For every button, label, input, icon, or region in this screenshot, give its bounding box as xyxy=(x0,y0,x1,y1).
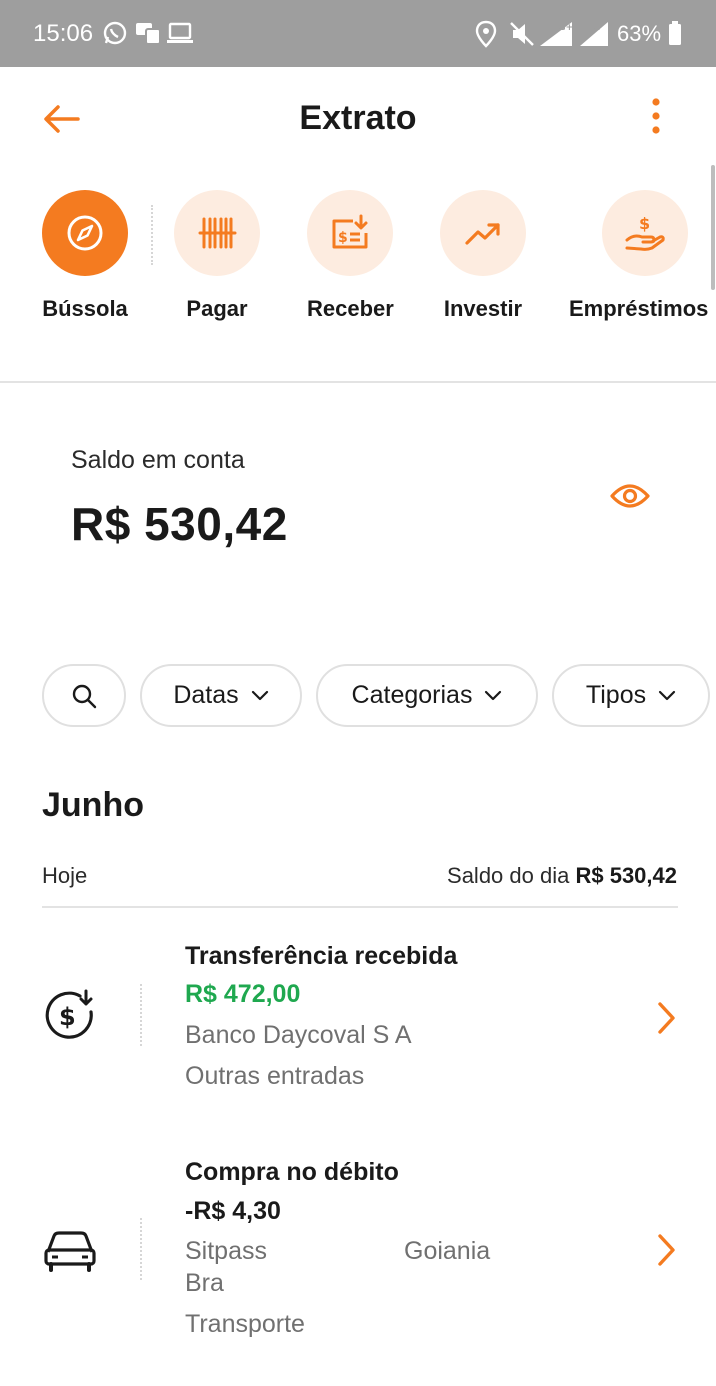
balance-label: Saldo em conta xyxy=(71,446,245,474)
more-options-button[interactable] xyxy=(640,95,672,139)
transaction-row[interactable]: Compra no débito -R$ 4,30 Sitpass Goiani… xyxy=(0,1146,716,1346)
types-filter-chip[interactable]: Tipos xyxy=(552,664,710,727)
day-divider xyxy=(42,906,678,908)
signal-4g-plus-icon: 4G+ xyxy=(538,20,574,53)
transaction-amount: R$ 472,00 xyxy=(185,980,301,1008)
shortcut-emprestimos-circle: $ xyxy=(602,190,688,276)
laptop-icon xyxy=(166,20,194,51)
transaction-separator xyxy=(140,984,142,1046)
svg-text:$: $ xyxy=(59,1003,76,1031)
shortcut-bussola-circle xyxy=(42,190,128,276)
shortcut-pagar-circle xyxy=(174,190,260,276)
shortcut-pagar[interactable]: Pagar xyxy=(174,190,260,322)
categories-filter-chip[interactable]: Categorias xyxy=(316,664,538,727)
chevron-down-icon xyxy=(251,690,268,700)
shortcut-label: Bússola xyxy=(42,296,128,321)
chevron-right-icon xyxy=(658,1002,675,1034)
money-in-icon: $ xyxy=(45,989,93,1039)
top-app-bar: Extrato xyxy=(0,67,716,167)
transaction-merchant: Sitpass xyxy=(185,1237,267,1265)
status-bar: 15:06 4G+ 4G 63% xyxy=(0,0,716,67)
shortcuts-separator xyxy=(151,205,153,265)
section-divider xyxy=(0,381,716,383)
transaction-title: Compra no débito xyxy=(185,1158,399,1186)
loan-hand-icon: $ xyxy=(625,214,665,251)
more-vertical-icon xyxy=(652,98,660,134)
shortcut-emprestimos[interactable]: $ Empréstimos xyxy=(569,190,716,322)
search-filter-button[interactable] xyxy=(42,664,126,727)
day-balance: Saldo do dia R$ 530,42 xyxy=(447,863,677,889)
barcode-icon xyxy=(198,217,237,249)
status-time: 15:06 xyxy=(33,20,94,47)
svg-text:$: $ xyxy=(639,214,650,233)
transaction-separator xyxy=(140,1218,142,1280)
signal-4g-icon: 4G xyxy=(578,20,610,53)
svg-text:4G+: 4G+ xyxy=(552,23,573,33)
transaction-city: Goiania xyxy=(404,1237,491,1265)
whatsapp-icon xyxy=(102,20,128,51)
car-icon xyxy=(44,1231,96,1272)
battery-icon xyxy=(668,20,682,51)
compass-icon xyxy=(67,215,103,251)
receive-money-icon: $ xyxy=(332,214,368,249)
shortcut-label: Receber xyxy=(307,296,394,321)
day-label: Hoje xyxy=(42,863,88,888)
transaction-counterparty: Banco Daycoval S A xyxy=(185,1021,412,1049)
chevron-down-icon xyxy=(659,690,676,700)
svg-text:4G: 4G xyxy=(587,23,601,33)
shortcut-label: Pagar xyxy=(186,296,248,321)
shortcut-receber[interactable]: $ Receber xyxy=(307,190,394,322)
month-heading: Junho xyxy=(42,786,144,824)
shortcut-bussola[interactable]: Bússola xyxy=(42,190,128,322)
day-balance-value: R$ 530,42 xyxy=(575,863,677,888)
eye-icon xyxy=(610,484,650,508)
svg-text:$: $ xyxy=(338,230,348,246)
transaction-category: Outras entradas xyxy=(185,1062,365,1090)
notification-app-icon xyxy=(134,20,162,51)
shortcut-investir[interactable]: Investir xyxy=(440,190,526,322)
transaction-country: Bra xyxy=(185,1269,224,1297)
shortcuts-bar: Bússola Pagar $ Receber Investir $ Empré… xyxy=(0,190,716,340)
balance-value: R$ 530,42 xyxy=(71,498,288,550)
day-balance-label: Saldo do dia xyxy=(447,863,570,888)
transaction-amount: -R$ 4,30 xyxy=(185,1197,281,1225)
trending-up-icon xyxy=(465,223,500,245)
toggle-balance-visibility-button[interactable] xyxy=(608,476,652,516)
transaction-row[interactable]: $ Transferência recebida R$ 472,00 Banco… xyxy=(0,930,716,1110)
mute-icon xyxy=(508,20,536,53)
page-title: Extrato xyxy=(299,99,417,137)
transaction-category: Transporte xyxy=(185,1310,305,1338)
battery-percent: 63% xyxy=(617,21,662,46)
shortcut-receber-circle: $ xyxy=(307,190,393,276)
transaction-title: Transferência recebida xyxy=(185,942,458,970)
categories-filter-label: Categorias xyxy=(351,681,473,709)
dates-filter-chip[interactable]: Datas xyxy=(140,664,302,727)
search-icon xyxy=(72,684,97,708)
location-icon xyxy=(474,20,498,53)
shortcut-investir-circle xyxy=(440,190,526,276)
dates-filter-label: Datas xyxy=(173,681,239,709)
shortcut-label: Investir xyxy=(443,296,523,321)
types-filter-label: Tipos xyxy=(585,681,647,709)
shortcut-label: Empréstimos xyxy=(569,296,709,321)
chevron-right-icon xyxy=(658,1234,675,1266)
chevron-down-icon xyxy=(485,690,502,700)
